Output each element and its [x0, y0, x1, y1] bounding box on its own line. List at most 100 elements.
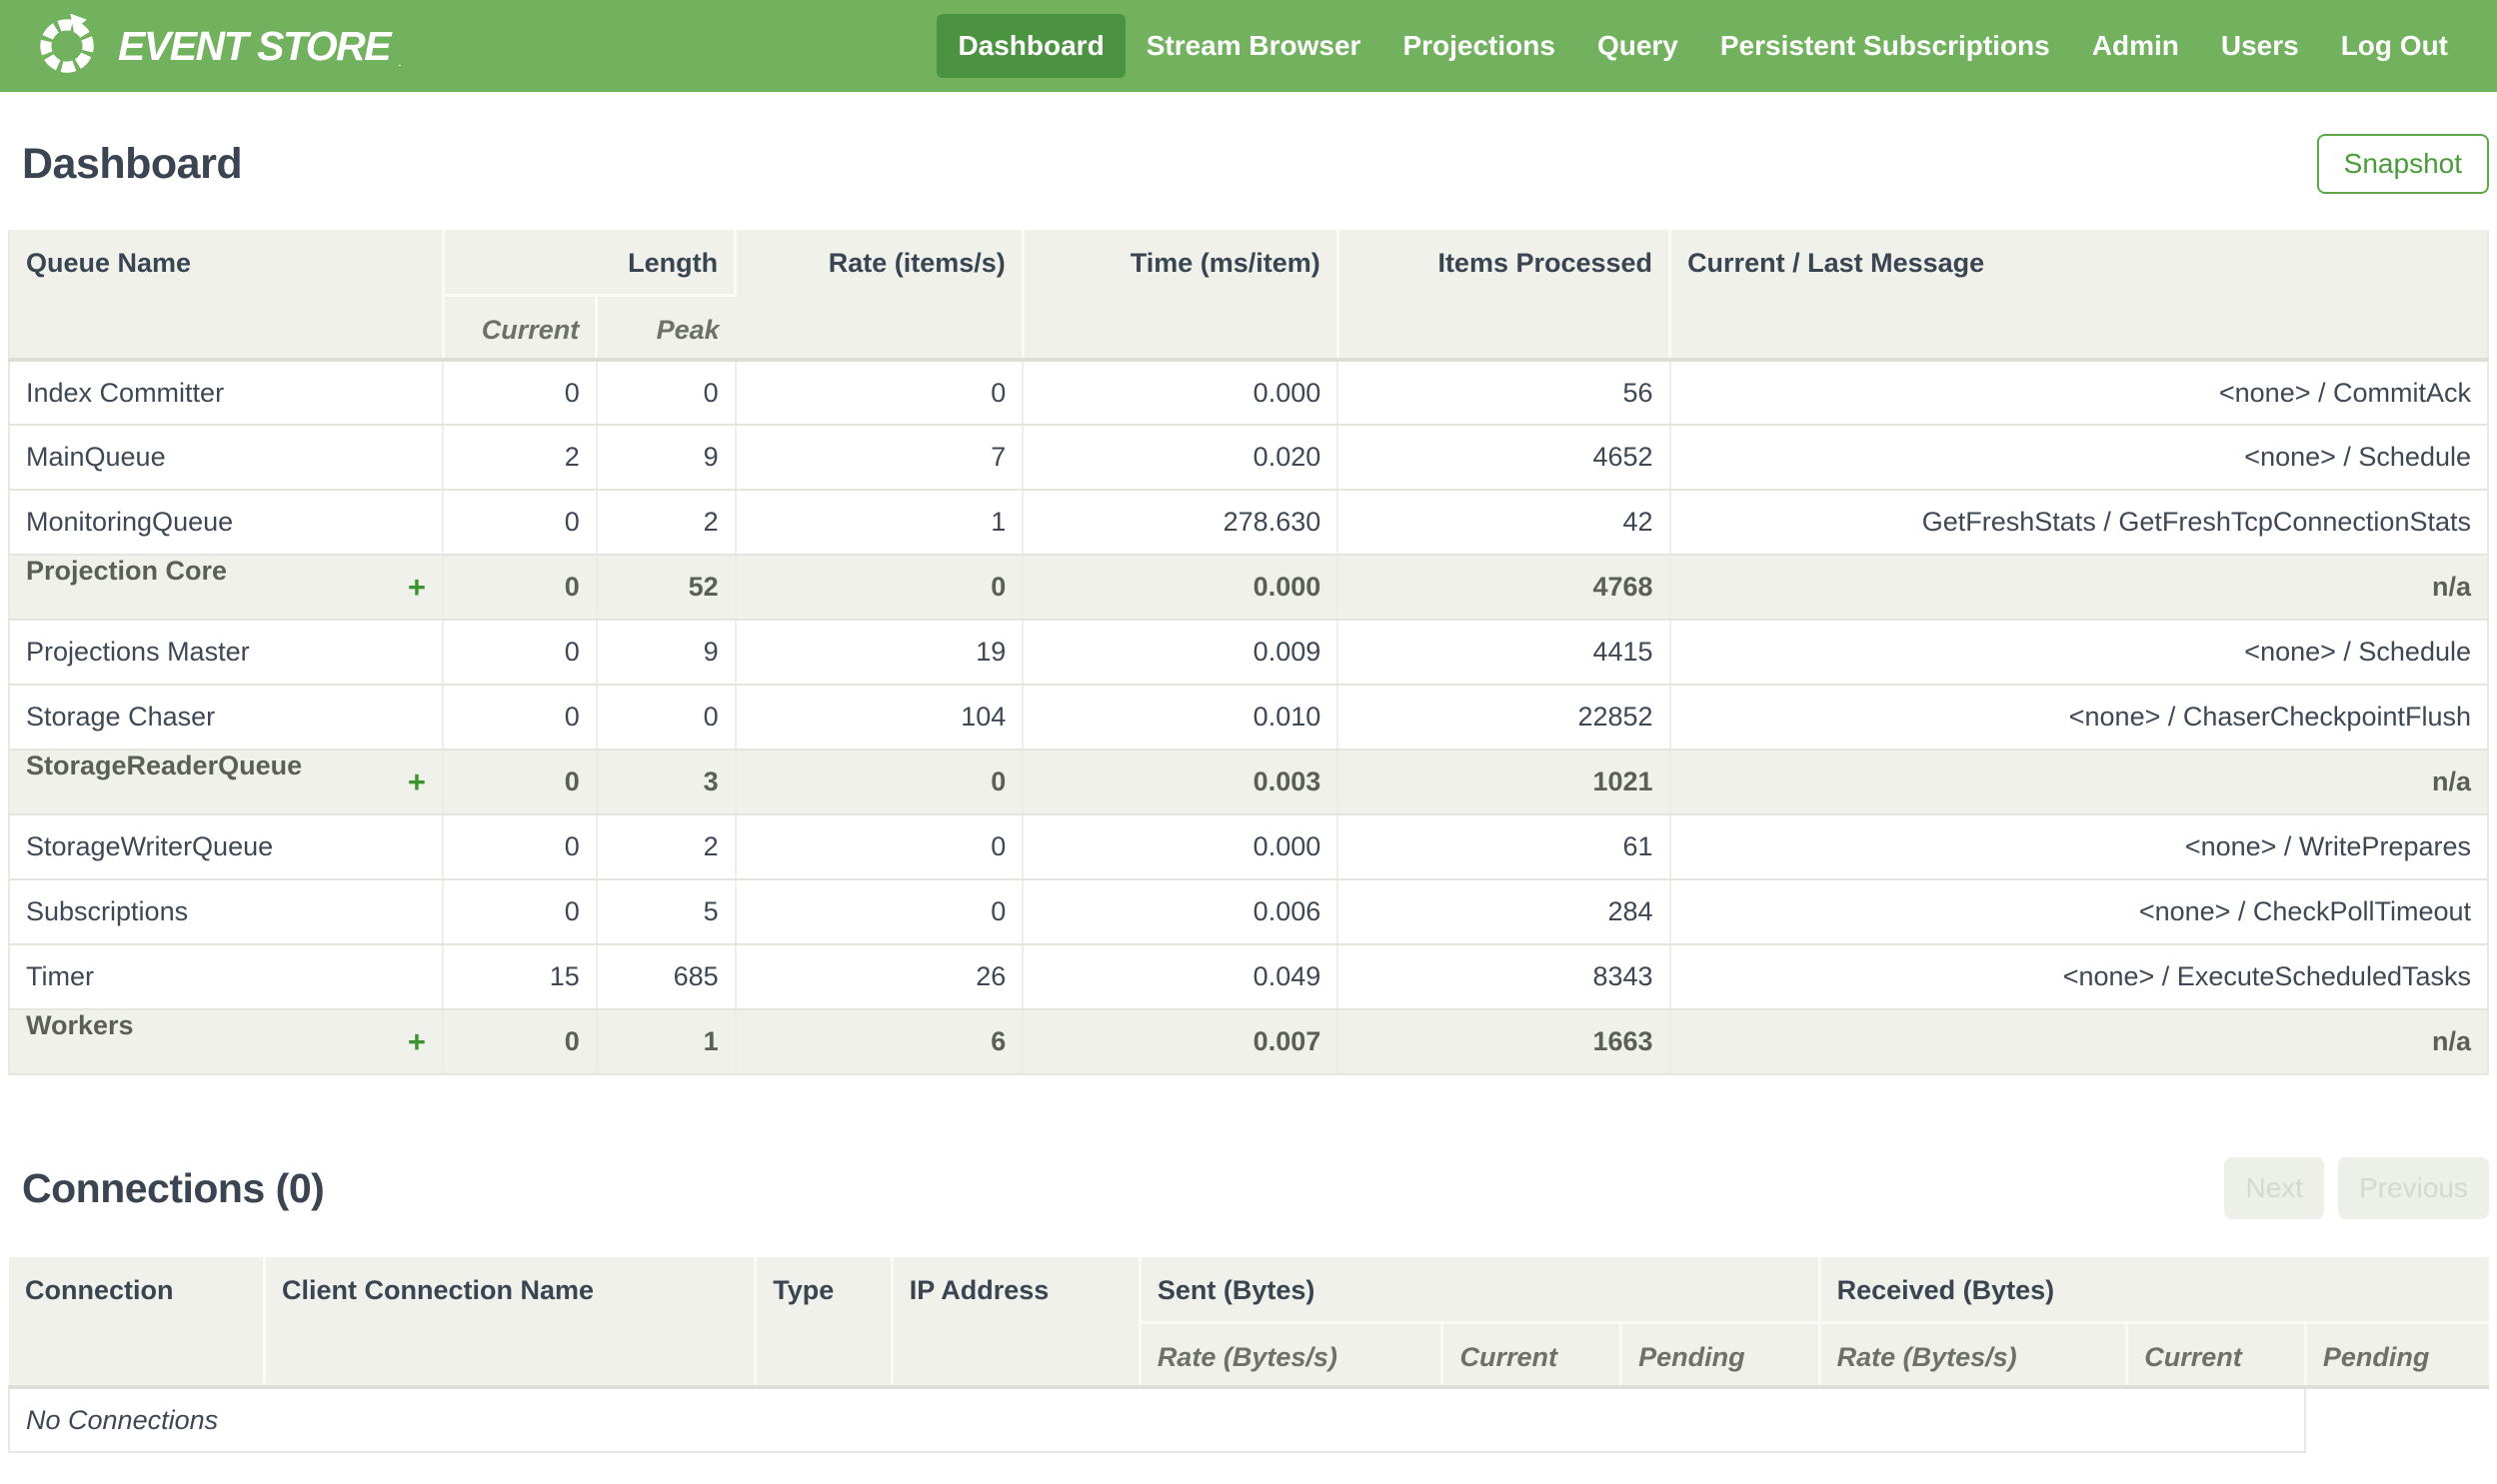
- cell-rate: 0: [735, 879, 1025, 945]
- cell-items: 284: [1337, 879, 1671, 945]
- queue-row-projection-core: Projection Core +0 52 0 0.000 4768 n/a: [9, 555, 2488, 621]
- nav-item-dashboard[interactable]: Dashboard: [937, 14, 1126, 78]
- cell-time: 278.630: [1023, 490, 1339, 556]
- column-header-type: Type: [755, 1257, 894, 1387]
- connections-pager: Next Previous: [2224, 1157, 2489, 1219]
- column-header-received-rate: Rate (Bytes/s): [1819, 1322, 2129, 1387]
- cell-current: 0: [443, 490, 598, 556]
- cell-message: n/a: [1669, 555, 2488, 621]
- cell-time: 0.007: [1023, 1009, 1339, 1075]
- cell-peak: 52: [596, 555, 737, 621]
- main-content: Dashboard Snapshot Queue Name Length Rat…: [0, 134, 2497, 1453]
- cell-message: <none> / Schedule: [1669, 620, 2488, 686]
- cell-rate: 26: [735, 944, 1025, 1010]
- top-nav: EVENT STORE . Dashboard Stream Browser Pro…: [0, 0, 2497, 92]
- column-header-connection: Connection: [9, 1257, 267, 1387]
- cell-peak: 0: [596, 360, 737, 426]
- cell-items: 61: [1337, 814, 1671, 880]
- cell-message: <none> / WritePrepares: [1669, 814, 2488, 880]
- expand-row-button[interactable]: +: [408, 750, 426, 812]
- queue-name-cell: Projection Core +: [9, 555, 444, 621]
- cell-peak: 2: [596, 490, 737, 556]
- column-header-ip-address: IP Address: [892, 1257, 1142, 1387]
- no-connections-row: No Connections: [7, 1387, 2489, 1453]
- queue-name: StorageWriterQueue: [26, 831, 274, 861]
- queue-name-cell: MainQueue: [9, 425, 444, 491]
- cell-items: 4415: [1337, 620, 1671, 686]
- cell-peak: 2: [596, 814, 737, 880]
- column-header-sent-pending: Pending: [1620, 1322, 1821, 1387]
- queue-table-body: Index Committer 0 0 0 0.000 56 <none> / Commit…: [9, 360, 2488, 1075]
- expand-row-button[interactable]: +: [408, 556, 426, 618]
- cell-current: 0: [443, 360, 598, 426]
- column-header-sent-bytes: Sent (Bytes): [1140, 1257, 1821, 1324]
- snapshot-button[interactable]: Snapshot: [2316, 134, 2489, 194]
- queue-row-storagewriterqueue: StorageWriterQueue 0 2 0 0.000 61 <none> / Wri…: [9, 814, 2488, 880]
- column-header-sent-current: Current: [1441, 1322, 1623, 1387]
- cell-peak: 1: [596, 1009, 737, 1075]
- column-header-items-processed: Items Processed: [1337, 230, 1672, 360]
- nav-item-stream-browser[interactable]: Stream Browser: [1126, 14, 1382, 78]
- event-store-logo-icon: [40, 13, 94, 73]
- cell-items: 56: [1337, 360, 1671, 426]
- column-header-length-current: Current: [443, 295, 599, 360]
- queue-row-storage-chaser: Storage Chaser 0 0 104 0.010 22852 <none> / Ch…: [9, 685, 2488, 750]
- cell-rate: 0: [735, 360, 1025, 426]
- cell-peak: 9: [596, 620, 737, 686]
- cell-message: <none> / Schedule: [1669, 425, 2488, 491]
- column-header-sent-rate: Rate (Bytes/s): [1140, 1322, 1444, 1387]
- cell-peak: 3: [596, 749, 737, 815]
- queue-row-workers: Workers +0 1 6 0.007 1663 n/a: [9, 1009, 2488, 1075]
- queue-table: Queue Name Length Rate (items/s) Time (m…: [8, 230, 2489, 1075]
- cell-time: 0.000: [1023, 814, 1339, 880]
- cell-time: 0.009: [1023, 620, 1339, 686]
- cell-rate: 1: [735, 490, 1025, 556]
- previous-button[interactable]: Previous: [2338, 1157, 2489, 1219]
- nav-item-projections[interactable]: Projections: [1381, 14, 1575, 78]
- cell-message: <none> / ExecuteScheduledTasks: [1669, 944, 2488, 1010]
- cell-current: 15: [443, 944, 598, 1010]
- page-header: Dashboard Snapshot: [8, 134, 2489, 194]
- column-header-received-bytes: Received (Bytes): [1819, 1257, 2489, 1324]
- cell-rate: 0: [735, 814, 1025, 880]
- queue-name-cell: Workers +: [9, 1009, 444, 1075]
- nav-item-query[interactable]: Query: [1576, 14, 1699, 78]
- queue-row-subscriptions: Subscriptions 0 5 0 0.006 284 <none> / CheckPo…: [9, 879, 2488, 945]
- queue-name-cell: Index Committer: [9, 360, 444, 426]
- nav-item-admin[interactable]: Admin: [2071, 14, 2200, 78]
- column-header-client-connection-name: Client Connection Name: [264, 1257, 758, 1387]
- brand: EVENT STORE .: [34, 13, 402, 79]
- cell-time: 0.000: [1023, 360, 1339, 426]
- cell-rate: 7: [735, 425, 1025, 491]
- cell-current: 0: [443, 814, 598, 880]
- column-header-queue-name: Queue Name: [9, 230, 445, 360]
- queue-name: Subscriptions: [26, 896, 189, 926]
- cell-message: n/a: [1669, 1009, 2488, 1075]
- queue-row-monitoringqueue: MonitoringQueue 0 2 1 278.630 42 GetFreshStats…: [9, 490, 2488, 556]
- nav-item-persistent-subscriptions[interactable]: Persistent Subscriptions: [1699, 14, 2071, 78]
- cell-time: 0.020: [1023, 425, 1339, 491]
- cell-time: 0.003: [1023, 749, 1339, 815]
- no-connections-message: No Connections: [7, 1387, 2307, 1453]
- nav-item-users[interactable]: Users: [2200, 14, 2320, 78]
- expand-row-button[interactable]: +: [408, 1010, 426, 1072]
- column-header-message: Current / Last Message: [1669, 230, 2488, 360]
- column-header-received-current: Current: [2126, 1322, 2307, 1387]
- cell-current: 0: [443, 749, 598, 815]
- nav-item-log-out[interactable]: Log Out: [2320, 14, 2469, 78]
- cell-time: 0.010: [1023, 685, 1339, 750]
- connections-table: Connection Client Connection Name Type I…: [7, 1257, 2489, 1453]
- next-button[interactable]: Next: [2224, 1157, 2325, 1219]
- queue-name-cell: StorageReaderQueue +: [9, 749, 444, 815]
- nav-menu: Dashboard Stream Browser Projections Query P…: [937, 14, 2469, 78]
- cell-rate: 0: [735, 749, 1025, 815]
- connections-header: Connections (0) Next Previous: [8, 1157, 2489, 1219]
- cell-current: 0: [443, 620, 598, 686]
- cell-time: 0.049: [1023, 944, 1339, 1010]
- queue-row-timer: Timer 15 685 26 0.049 8343 <none> / ExecuteSch…: [9, 944, 2488, 1010]
- queue-name-cell: Projections Master: [9, 620, 444, 686]
- column-header-length-peak: Peak: [596, 295, 736, 360]
- cell-message: <none> / ChaserCheckpointFlush: [1669, 685, 2488, 750]
- cell-items: 1021: [1337, 749, 1671, 815]
- cell-current: 0: [443, 879, 598, 945]
